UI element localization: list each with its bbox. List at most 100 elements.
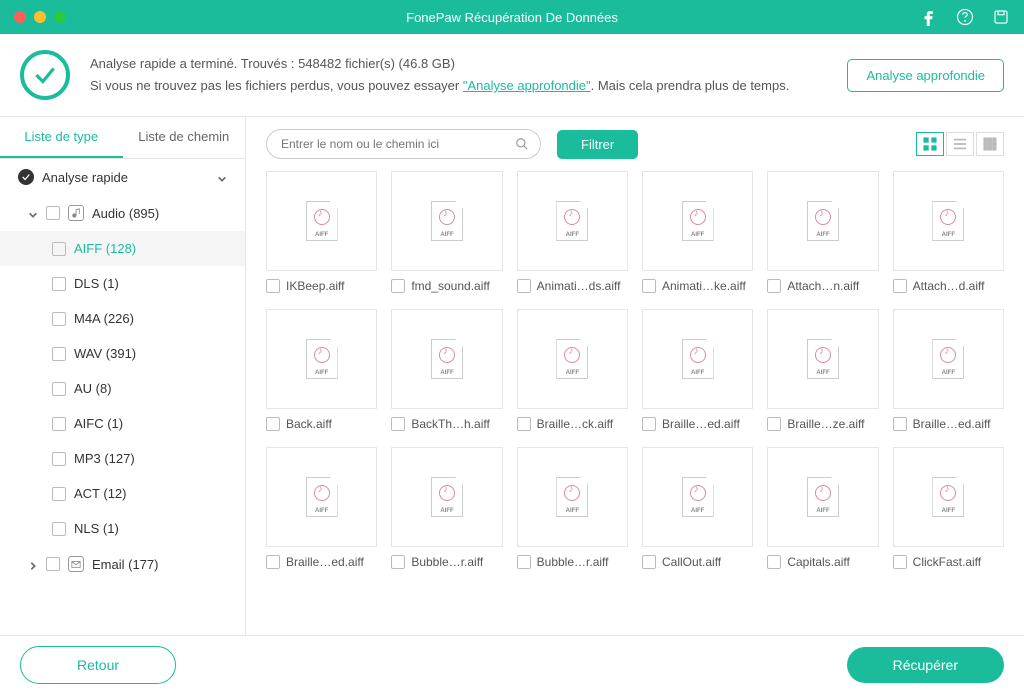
- file-card[interactable]: Bubble…r.aiff: [517, 447, 628, 569]
- file-thumbnail[interactable]: [266, 447, 377, 547]
- checkbox[interactable]: [266, 555, 280, 569]
- checkbox[interactable]: [517, 555, 531, 569]
- file-thumbnail[interactable]: [642, 447, 753, 547]
- file-card[interactable]: Bubble…r.aiff: [391, 447, 502, 569]
- tab-type-list[interactable]: Liste de type: [0, 117, 123, 158]
- file-thumbnail[interactable]: [893, 447, 1004, 547]
- file-thumbnail[interactable]: [266, 171, 377, 271]
- deep-scan-link[interactable]: "Analyse approfondie": [463, 78, 591, 93]
- file-card[interactable]: Braille…ed.aiff: [266, 447, 377, 569]
- checkbox[interactable]: [517, 417, 531, 431]
- file-thumbnail[interactable]: [642, 309, 753, 409]
- checkbox[interactable]: [767, 279, 781, 293]
- file-thumbnail[interactable]: [391, 171, 502, 271]
- window-close-icon[interactable]: [14, 11, 26, 23]
- aiff-file-icon: [556, 201, 588, 241]
- tree-item[interactable]: MP3 (127): [0, 441, 245, 476]
- file-thumbnail[interactable]: [767, 309, 878, 409]
- file-thumbnail[interactable]: [642, 171, 753, 271]
- file-card[interactable]: ClickFast.aiff: [893, 447, 1004, 569]
- tree-quick-scan[interactable]: Analyse rapide: [0, 159, 245, 195]
- file-card[interactable]: Braille…ed.aiff: [642, 309, 753, 431]
- view-grid-button[interactable]: [916, 132, 944, 156]
- filter-button[interactable]: Filtrer: [557, 130, 638, 159]
- checkbox[interactable]: [46, 206, 60, 220]
- aiff-file-icon: [932, 339, 964, 379]
- recover-button[interactable]: Récupérer: [847, 647, 1004, 683]
- deep-scan-button[interactable]: Analyse approfondie: [847, 59, 1004, 92]
- checkbox[interactable]: [52, 417, 66, 431]
- window-minimize-icon[interactable]: [34, 11, 46, 23]
- file-thumbnail[interactable]: [767, 171, 878, 271]
- tree-item[interactable]: M4A (226): [0, 301, 245, 336]
- search-input[interactable]: [266, 129, 541, 159]
- file-card[interactable]: BackTh…h.aiff: [391, 309, 502, 431]
- window-maximize-icon[interactable]: [54, 11, 66, 23]
- file-card[interactable]: IKBeep.aiff: [266, 171, 377, 293]
- view-list-button[interactable]: [946, 132, 974, 156]
- file-thumbnail[interactable]: [893, 309, 1004, 409]
- file-card[interactable]: Animati…ds.aiff: [517, 171, 628, 293]
- checkbox[interactable]: [52, 347, 66, 361]
- file-thumbnail[interactable]: [517, 447, 628, 547]
- checkbox[interactable]: [52, 452, 66, 466]
- tree-category-audio[interactable]: Audio (895): [0, 195, 245, 231]
- checkbox[interactable]: [642, 279, 656, 293]
- facebook-icon[interactable]: [920, 8, 938, 26]
- tree-item[interactable]: NLS (1): [0, 511, 245, 546]
- checkbox[interactable]: [52, 487, 66, 501]
- file-name: Bubble…r.aiff: [537, 555, 628, 569]
- tree-item[interactable]: AU (8): [0, 371, 245, 406]
- checkbox[interactable]: [266, 279, 280, 293]
- tree-item[interactable]: AIFF (128): [0, 231, 245, 266]
- file-card[interactable]: Braille…ed.aiff: [893, 309, 1004, 431]
- aiff-file-icon: [682, 201, 714, 241]
- file-card[interactable]: CallOut.aiff: [642, 447, 753, 569]
- tree-item[interactable]: WAV (391): [0, 336, 245, 371]
- file-thumbnail[interactable]: [893, 171, 1004, 271]
- file-card[interactable]: Back.aiff: [266, 309, 377, 431]
- checkbox[interactable]: [893, 555, 907, 569]
- help-icon[interactable]: [956, 8, 974, 26]
- checkbox[interactable]: [52, 382, 66, 396]
- checkbox[interactable]: [52, 522, 66, 536]
- file-card[interactable]: Braille…ze.aiff: [767, 309, 878, 431]
- file-thumbnail[interactable]: [391, 309, 502, 409]
- file-name: Braille…ze.aiff: [787, 417, 878, 431]
- file-card[interactable]: Attach…n.aiff: [767, 171, 878, 293]
- checkbox[interactable]: [767, 417, 781, 431]
- checkbox[interactable]: [517, 279, 531, 293]
- tree-item[interactable]: AIFC (1): [0, 406, 245, 441]
- checkbox[interactable]: [266, 417, 280, 431]
- checkbox[interactable]: [642, 555, 656, 569]
- save-icon[interactable]: [992, 8, 1010, 26]
- file-card[interactable]: Attach…d.aiff: [893, 171, 1004, 293]
- checkbox[interactable]: [893, 279, 907, 293]
- file-card[interactable]: fmd_sound.aiff: [391, 171, 502, 293]
- file-thumbnail[interactable]: [266, 309, 377, 409]
- file-thumbnail[interactable]: [767, 447, 878, 547]
- file-thumbnail[interactable]: [517, 309, 628, 409]
- checkbox[interactable]: [391, 279, 405, 293]
- file-tree: Analyse rapide Audio (895) AIFF (128)DLS…: [0, 159, 245, 635]
- checkbox[interactable]: [52, 242, 66, 256]
- checkbox[interactable]: [391, 555, 405, 569]
- checkbox[interactable]: [893, 417, 907, 431]
- checkbox[interactable]: [46, 557, 60, 571]
- view-column-button[interactable]: [976, 132, 1004, 156]
- file-thumbnail[interactable]: [391, 447, 502, 547]
- tab-path-list[interactable]: Liste de chemin: [123, 117, 246, 158]
- tree-category-email[interactable]: Email (177): [0, 546, 245, 582]
- file-card[interactable]: Animati…ke.aiff: [642, 171, 753, 293]
- checkbox[interactable]: [642, 417, 656, 431]
- file-thumbnail[interactable]: [517, 171, 628, 271]
- tree-item[interactable]: ACT (12): [0, 476, 245, 511]
- checkbox[interactable]: [52, 312, 66, 326]
- checkbox[interactable]: [767, 555, 781, 569]
- tree-item[interactable]: DLS (1): [0, 266, 245, 301]
- checkbox[interactable]: [391, 417, 405, 431]
- file-card[interactable]: Braille…ck.aiff: [517, 309, 628, 431]
- back-button[interactable]: Retour: [20, 646, 176, 684]
- checkbox[interactable]: [52, 277, 66, 291]
- file-card[interactable]: Capitals.aiff: [767, 447, 878, 569]
